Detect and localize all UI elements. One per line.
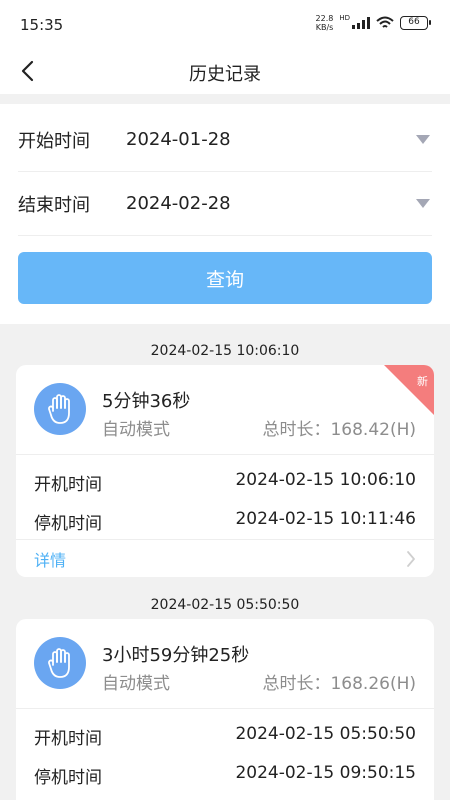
- start-date-value: 2024-01-28: [126, 129, 231, 150]
- record-duration: 5分钟36秒: [102, 391, 191, 412]
- signal-icon: [352, 17, 370, 29]
- record-total-hours: 总时长：168.42(H): [262, 420, 416, 440]
- end-date-value: 2024-02-28: [126, 193, 231, 214]
- start-time-label: 开机时间: [34, 475, 102, 495]
- stop-time-row: 停机时间 2024-02-15 10:11:46: [34, 509, 416, 534]
- record-total-hours: 总时长：168.26(H): [262, 674, 416, 694]
- divider: [16, 454, 434, 455]
- page-title: 历史记录: [189, 64, 261, 85]
- network-type-label: HD: [339, 14, 350, 22]
- chevron-right-icon: [407, 551, 415, 567]
- dropdown-caret-icon: [416, 135, 430, 144]
- dropdown-caret-icon: [416, 199, 430, 208]
- stop-time-label: 停机时间: [34, 768, 102, 788]
- record-duration: 3小时59分钟25秒: [102, 645, 250, 666]
- divider: [16, 708, 434, 709]
- end-date-picker[interactable]: 结束时间 2024-02-28: [18, 172, 432, 236]
- record-card: 新 5分钟36秒 自动模式 总时长：168.42(H) 开机时间 2024-02…: [16, 365, 434, 577]
- network-speed: 22.8 KB/s: [315, 14, 334, 32]
- start-time-row: 开机时间 2024-02-15 10:06:10: [34, 470, 416, 495]
- start-time-label: 开机时间: [34, 729, 102, 749]
- stop-time-label: 停机时间: [34, 514, 102, 534]
- status-icons: 22.8 KB/s HD 66: [315, 14, 431, 32]
- record-card: 3小时59分钟25秒 自动模式 总时长：168.26(H) 开机时间 2024-…: [16, 619, 434, 800]
- record-group-date: 2024-02-15 05:50:50: [150, 597, 300, 613]
- record-mode: 自动模式: [102, 674, 170, 694]
- start-time-row: 开机时间 2024-02-15 05:50:50: [34, 724, 416, 749]
- status-bar: 15:35 22.8 KB/s HD 66: [0, 0, 450, 48]
- nav-bar: 历史记录: [0, 48, 450, 94]
- start-time-value: 2024-02-15 10:06:10: [235, 470, 416, 490]
- stop-time-value: 2024-02-15 09:50:15: [235, 763, 416, 783]
- start-time-value: 2024-02-15 05:50:50: [235, 724, 416, 744]
- record-group-date: 2024-02-15 10:06:10: [150, 343, 300, 359]
- stop-time-row: 停机时间 2024-02-15 09:50:15: [34, 763, 416, 788]
- new-badge: 新: [384, 365, 434, 415]
- record-mode: 自动模式: [102, 420, 170, 440]
- divider: [16, 539, 434, 540]
- status-time: 15:35: [20, 16, 64, 34]
- battery-icon: 66: [400, 16, 431, 30]
- hand-icon: [34, 383, 86, 435]
- start-date-label: 开始时间: [18, 130, 90, 152]
- wifi-icon: [376, 16, 394, 30]
- record-detail-link[interactable]: 详情: [34, 547, 416, 571]
- end-date-label: 结束时间: [18, 194, 90, 216]
- hand-icon: [34, 637, 86, 689]
- filter-panel: 开始时间 2024-01-28 结束时间 2024-02-28 查询: [0, 104, 450, 324]
- query-button[interactable]: 查询: [18, 252, 432, 304]
- detail-label: 详情: [34, 551, 67, 570]
- stop-time-value: 2024-02-15 10:11:46: [235, 509, 416, 529]
- start-date-picker[interactable]: 开始时间 2024-01-28: [18, 108, 432, 172]
